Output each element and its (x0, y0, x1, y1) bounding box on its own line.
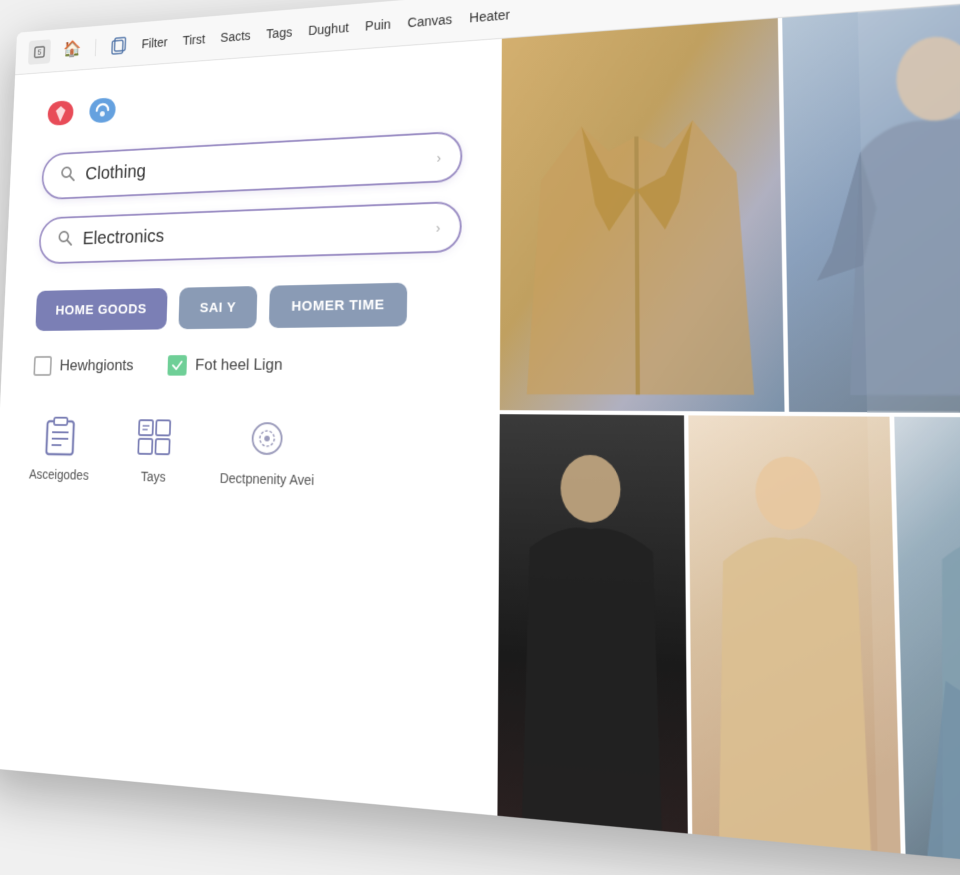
clipboard-icon (38, 412, 83, 460)
blue-logo (86, 94, 120, 128)
nav-puin[interactable]: Puin (365, 16, 391, 33)
secondary-search-right: › (436, 219, 441, 235)
product-teal-dress (894, 417, 960, 875)
category-home-goods[interactable]: HOME GOODS (35, 288, 167, 331)
copy-icon[interactable] (107, 32, 131, 58)
checkbox-hewhgionts-box[interactable] (33, 356, 52, 376)
nav-tirst[interactable]: Tirst (182, 31, 205, 47)
checkbox-row: Hewhgionts Fot heel Lign (33, 353, 460, 376)
blue-jacket-image (782, 0, 960, 414)
coat-image (500, 18, 785, 412)
upper-product-grid (500, 0, 960, 414)
icon-row: Asceigodes (29, 412, 460, 491)
red-logo (44, 96, 77, 129)
main-content: Clothing › Electronics › H (0, 0, 960, 875)
nav-filter[interactable]: Filter (141, 34, 167, 50)
icon-tays[interactable]: Tays (131, 413, 178, 485)
checkbox-fot-heel-box[interactable] (167, 355, 187, 376)
icon-asceigodes[interactable]: Asceigodes (29, 412, 91, 483)
secondary-search-value: Electronics (82, 226, 164, 249)
icon-dectpnenity[interactable]: Dectpnenity Avei (220, 413, 316, 488)
left-panel: Clothing › Electronics › H (0, 39, 502, 816)
category-homer-time[interactable]: HOMER TIME (269, 283, 407, 328)
primary-search-value: Clothing (85, 162, 146, 185)
divider (95, 38, 96, 55)
browser-controls: 5 (28, 39, 51, 65)
grid-list-icon (131, 413, 177, 462)
svg-text:5: 5 (37, 47, 41, 56)
product-coat (500, 18, 785, 412)
checkbox-fot-heel-label: Fot heel Lign (195, 355, 283, 374)
product-beige-person (689, 415, 901, 858)
product-blue-jacket (782, 0, 960, 414)
primary-search-bar[interactable]: Clothing › (41, 131, 463, 200)
secondary-search-bar[interactable]: Electronics › (38, 201, 462, 265)
checkbox-hewhgionts-label: Hewhgionts (59, 356, 133, 375)
category-sai-y[interactable]: SAI Y (178, 286, 257, 329)
search-icon-secondary (56, 229, 73, 252)
logo-area (44, 70, 463, 130)
nav-dughut[interactable]: Dughut (308, 20, 349, 38)
icon-dectpnenity-label: Dectpnenity Avei (220, 470, 315, 488)
lower-product-grid (497, 414, 960, 875)
nav-sacts[interactable]: Sacts (220, 28, 251, 45)
nav-heater[interactable]: Heater (469, 6, 510, 24)
nav-tags[interactable]: Tags (266, 24, 292, 40)
checkbox-hewhgionts[interactable]: Hewhgionts (33, 355, 134, 375)
browser-back-btn[interactable]: 5 (28, 39, 51, 65)
bookmark-icon[interactable]: 🔖 (837, 0, 869, 2)
primary-search-right: › (437, 149, 442, 164)
right-panel: ⊕ ✕ (497, 0, 960, 875)
category-buttons: HOME GOODS SAI Y HOMER TIME (35, 281, 461, 331)
icon-tays-label: Tays (141, 469, 166, 485)
nav-canvas[interactable]: Canvas (407, 11, 452, 29)
product-dark-person (497, 414, 688, 838)
icon-asceigodes-label: Asceigodes (29, 467, 89, 483)
circle-icon (243, 413, 291, 464)
search-icon-primary (59, 164, 76, 187)
home-icon[interactable]: 🏠 (61, 36, 84, 62)
checkbox-fot-heel[interactable]: Fot heel Lign (167, 354, 282, 375)
